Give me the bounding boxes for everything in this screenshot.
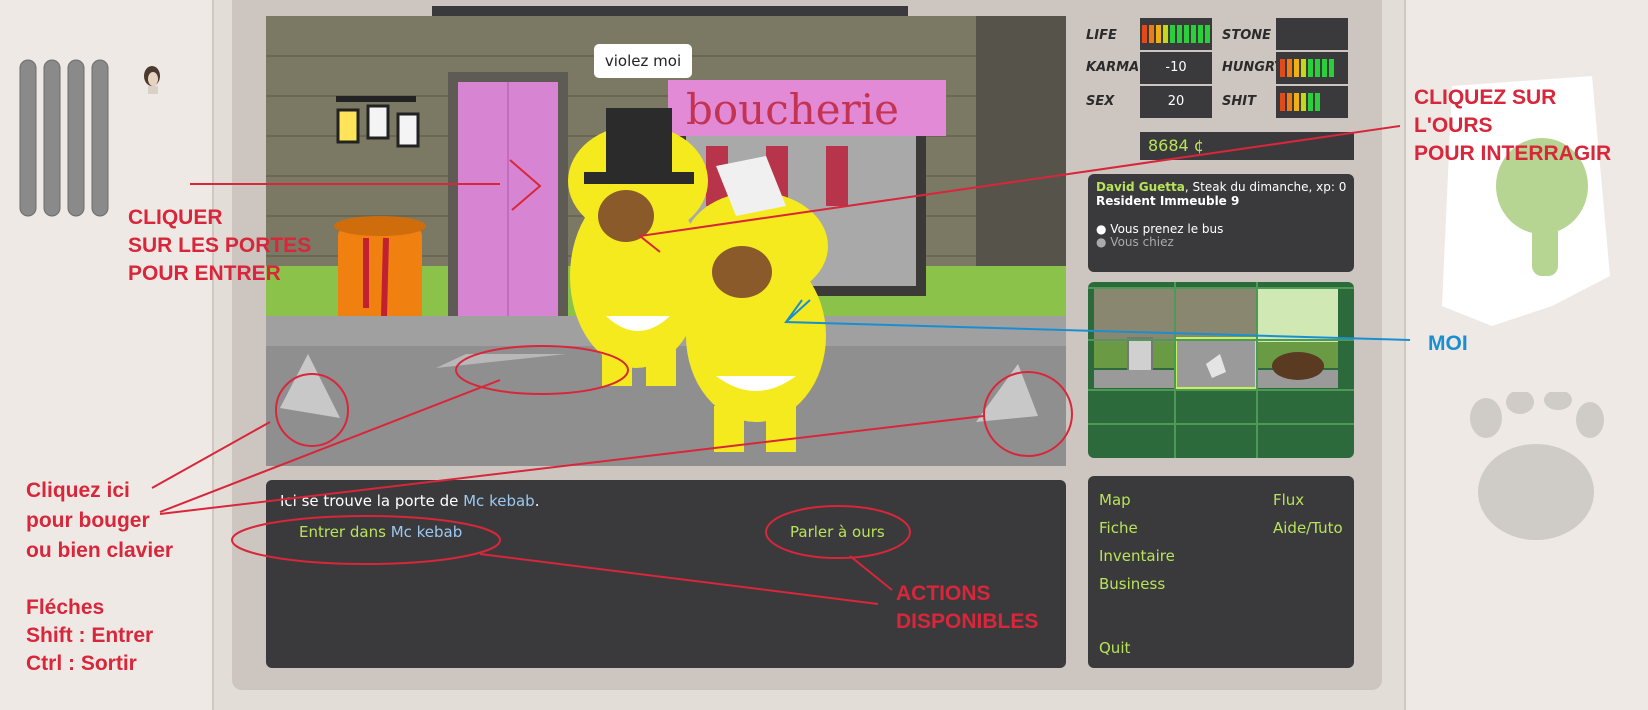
annotation-moi: MOI xyxy=(1428,332,1468,355)
annotation-doors: CLIQUER SUR LES PORTES POUR ENTRER xyxy=(128,206,312,285)
annotation-keys: Fléches Shift : Entrer Ctrl : Sortir xyxy=(26,596,154,675)
annotation-overlay xyxy=(151,125,1411,605)
annotation-actions: ACTIONS DISPONIBLES xyxy=(896,582,1039,633)
annotation-move: Cliquez ici pour bouger ou bien clavier xyxy=(26,479,174,562)
annotation-bear: CLIQUEZ SUR L'OURS POUR INTERRAGIR xyxy=(1414,86,1612,165)
speech-bubble: violez moi xyxy=(594,44,692,78)
